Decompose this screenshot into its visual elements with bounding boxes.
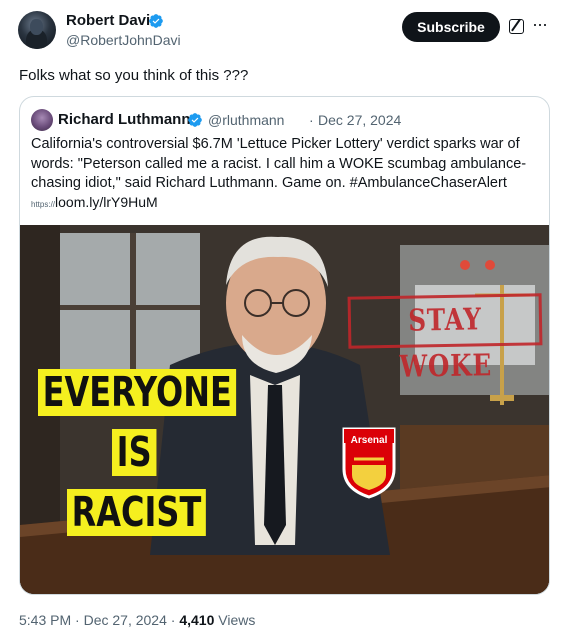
image-caption-line: RACIST (67, 489, 206, 536)
badge-text: Arsenal (350, 435, 388, 446)
quoted-post-text: California's controversial $6.7M 'Lettuc… (31, 136, 527, 191)
separator-dot: · (309, 112, 314, 128)
quoted-post-image[interactable]: EVERYONE IS RACIST STAY WOKE Arsenal (20, 225, 549, 594)
post-time[interactable]: 5:43 PM (19, 612, 71, 628)
stay-woke-stamp: STAY WOKE (347, 293, 543, 385)
post-metadata: 5:43 PM · Dec 27, 2024 · 4,410 Views (19, 611, 255, 629)
quoted-post-date[interactable]: Dec 27, 2024 (318, 111, 401, 129)
author-avatar[interactable] (18, 11, 56, 49)
quoted-author-avatar[interactable] (31, 109, 53, 131)
image-caption-line: IS (112, 429, 157, 476)
post-text: Folks what so you think of this ??? (19, 67, 249, 84)
author-handle[interactable]: @RobertJohnDavi (66, 32, 181, 49)
quoted-author-name[interactable]: Richard Luthmann (58, 111, 191, 129)
verified-badge-icon[interactable] (148, 13, 164, 29)
stamp-text: STAY WOKE (399, 302, 493, 385)
grok-icon[interactable] (509, 19, 524, 34)
separator-dot: · (170, 612, 176, 628)
views-count: 4,410 (179, 612, 215, 628)
post-date[interactable]: Dec 27, 2024 (84, 612, 167, 628)
link-text[interactable]: loom.ly/lrY9HuM (55, 194, 158, 210)
subscribe-button[interactable]: Subscribe (402, 12, 500, 42)
views-label: Views (218, 612, 256, 628)
link-protocol: https:// (31, 200, 56, 209)
image-caption-line: EVERYONE (38, 369, 237, 416)
more-options-icon[interactable]: ··· (532, 14, 550, 34)
quoted-author-handle[interactable]: @rluthmann (208, 111, 284, 129)
quoted-post-card[interactable]: Richard Luthmann @rluthmann · Dec 27, 20… (19, 96, 550, 595)
verified-badge-icon (188, 113, 202, 127)
quoted-post-link[interactable]: https://loom.ly/lrY9HuM (31, 193, 158, 214)
separator-dot: · (75, 612, 80, 628)
post-header: Robert Davi @RobertJohnDavi Subscribe ··… (0, 0, 567, 60)
author-display-name[interactable]: Robert Davi (66, 12, 150, 30)
